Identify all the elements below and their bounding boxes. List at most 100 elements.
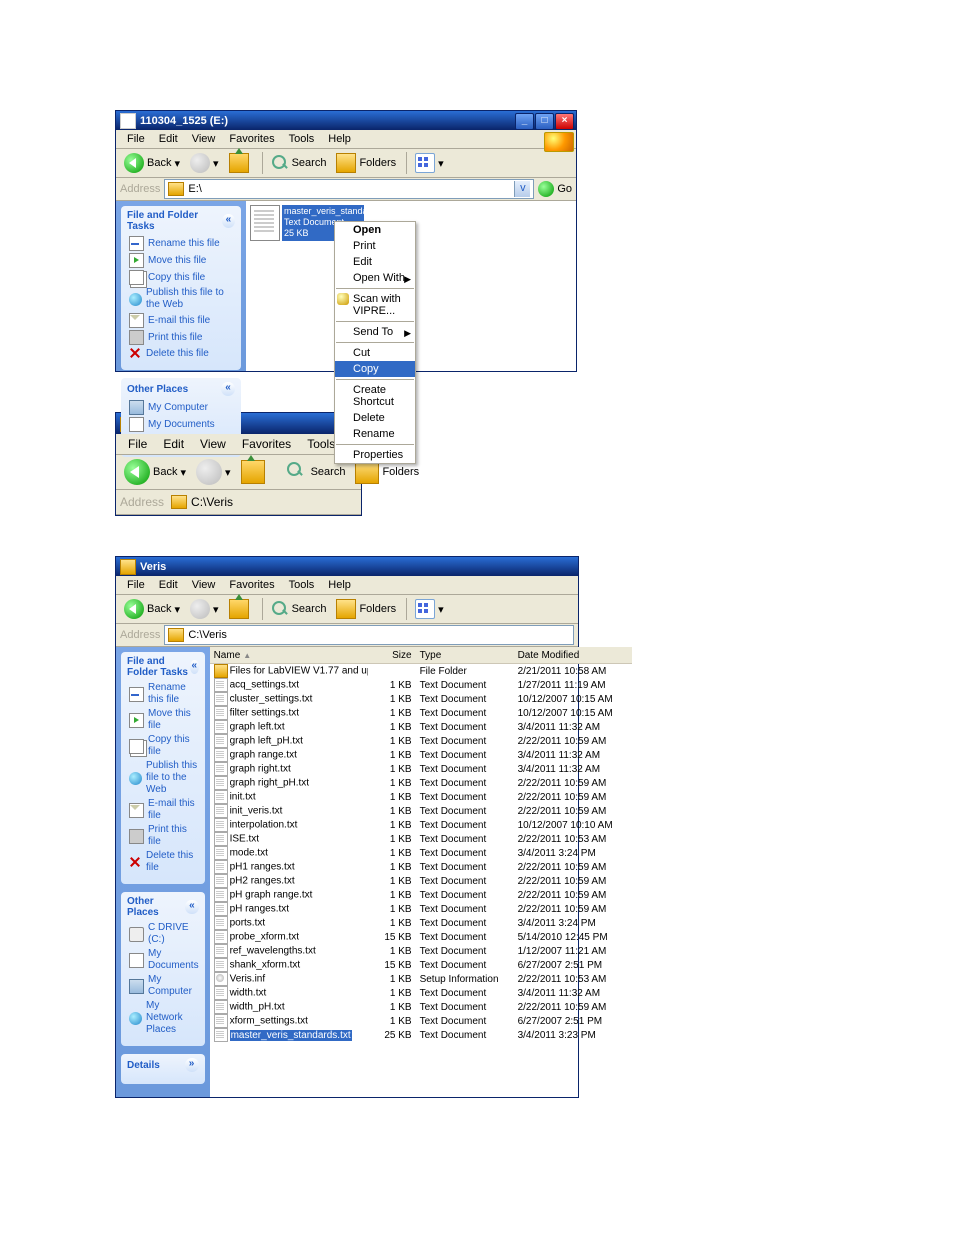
content-area[interactable]: master_veris_standards.txt Text Document…	[246, 201, 576, 371]
context-menu-item[interactable]: Open With▶	[335, 270, 415, 286]
context-menu-item[interactable]: Scan with VIPRE...	[335, 291, 415, 319]
context-menu-item[interactable]: Print	[335, 238, 415, 254]
menu-file[interactable]: File	[120, 435, 155, 453]
table-row[interactable]: Files for LabVIEW V1.77 and upFile Folde…	[210, 664, 632, 678]
table-row[interactable]: mode.txt1 KBText Document3/4/2011 3:24 P…	[210, 846, 632, 860]
collapse-icon[interactable]: «	[222, 214, 235, 228]
table-row[interactable]: probe_xform.txt15 KBText Document5/14/20…	[210, 930, 632, 944]
forward-button[interactable]: ▾	[186, 151, 223, 175]
maximize-button[interactable]: □	[535, 113, 554, 130]
close-button[interactable]: ×	[555, 113, 574, 130]
table-row[interactable]: width_pH.txt1 KBText Document2/22/2011 1…	[210, 1000, 632, 1014]
task-item[interactable]: Rename this file	[129, 682, 199, 706]
menu-file[interactable]: File	[120, 577, 152, 593]
collapse-icon[interactable]: «	[190, 660, 199, 674]
task-item[interactable]: C DRIVE (C:)	[129, 922, 199, 946]
task-item[interactable]: Publish this file to the Web	[129, 760, 199, 796]
task-item[interactable]: Print this file	[129, 824, 199, 848]
table-row[interactable]: pH2 ranges.txt1 KBText Document2/22/2011…	[210, 874, 632, 888]
table-row[interactable]: graph right_pH.txt1 KBText Document2/22/…	[210, 776, 632, 790]
context-menu-item[interactable]: Edit	[335, 254, 415, 270]
context-menu-item[interactable]: Create Shortcut	[335, 382, 415, 410]
up-button[interactable]	[237, 458, 272, 486]
table-row[interactable]: ports.txt1 KBText Document3/4/2011 3:24 …	[210, 916, 632, 930]
back-button[interactable]: Back ▾	[120, 597, 184, 621]
views-button[interactable]: ▾	[411, 597, 448, 621]
menu-view[interactable]: View	[185, 131, 223, 147]
table-row[interactable]: graph range.txt1 KBText Document3/4/2011…	[210, 748, 632, 762]
table-row[interactable]: master_veris_standards.txt25 KBText Docu…	[210, 1028, 632, 1042]
expand-icon[interactable]: »	[185, 1058, 199, 1072]
context-menu-item[interactable]: Send To▶	[335, 324, 415, 340]
column-headers[interactable]: Name▲ Size Type Date Modified	[210, 647, 632, 664]
table-row[interactable]: pH ranges.txt1 KBText Document2/22/2011 …	[210, 902, 632, 916]
go-button[interactable]: Go	[538, 181, 572, 197]
table-row[interactable]: filter settings.txt1 KBText Document10/1…	[210, 706, 632, 720]
table-row[interactable]: graph left_pH.txt1 KBText Document2/22/2…	[210, 734, 632, 748]
table-row[interactable]: Veris.inf1 KBSetup Information2/22/2011 …	[210, 972, 632, 986]
table-row[interactable]: init.txt1 KBText Document2/22/2011 10:59…	[210, 790, 632, 804]
context-menu-item[interactable]: Properties	[335, 447, 415, 463]
menu-favorites[interactable]: Favorites	[234, 435, 299, 453]
menu-tools[interactable]: Tools	[282, 131, 322, 147]
title-bar[interactable]: Veris	[116, 557, 578, 576]
task-item[interactable]: My Documents	[129, 417, 235, 432]
table-row[interactable]: init_veris.txt1 KBText Document2/22/2011…	[210, 804, 632, 818]
folders-button[interactable]: Folders	[332, 597, 400, 621]
forward-button[interactable]: ▾	[192, 457, 235, 487]
context-menu-item[interactable]: Copy	[335, 361, 415, 377]
task-item[interactable]: Move this file	[129, 253, 235, 268]
back-button[interactable]: Back ▾	[120, 151, 184, 175]
task-item[interactable]: My Network Places	[129, 1000, 199, 1036]
context-menu-item[interactable]: Rename	[335, 426, 415, 442]
address-field[interactable]: C:\Veris	[164, 625, 574, 645]
collapse-icon[interactable]: «	[221, 382, 235, 396]
table-row[interactable]: cluster_settings.txt1 KBText Document10/…	[210, 692, 632, 706]
context-menu-item[interactable]: Cut	[335, 345, 415, 361]
back-button[interactable]: Back ▾	[120, 457, 190, 487]
table-row[interactable]: ref_wavelengths.txt1 KBText Document1/12…	[210, 944, 632, 958]
address-field[interactable]: E:\ v	[164, 179, 534, 199]
search-button[interactable]: Search	[267, 152, 331, 174]
task-item[interactable]: E-mail this file	[129, 313, 235, 328]
views-button[interactable]: ▾	[411, 151, 448, 175]
minimize-button[interactable]: _	[515, 113, 534, 130]
task-item[interactable]: E-mail this file	[129, 798, 199, 822]
context-menu-item[interactable]: Open	[335, 222, 415, 238]
task-item[interactable]: Copy this file	[129, 270, 235, 285]
table-row[interactable]: pH graph range.txt1 KBText Document2/22/…	[210, 888, 632, 902]
menu-edit[interactable]: Edit	[152, 577, 185, 593]
task-item[interactable]: Rename this file	[129, 236, 235, 251]
menu-tools[interactable]: Tools	[282, 577, 322, 593]
address-field[interactable]: C:\Veris	[168, 493, 357, 511]
table-row[interactable]: xform_settings.txt1 KBText Document6/27/…	[210, 1014, 632, 1028]
search-button[interactable]: Search	[267, 598, 331, 620]
address-dropdown[interactable]: v	[514, 181, 530, 197]
menu-favorites[interactable]: Favorites	[222, 577, 281, 593]
task-item[interactable]: Move this file	[129, 708, 199, 732]
task-item[interactable]: Delete this file	[129, 347, 235, 360]
task-item[interactable]: Delete this file	[129, 850, 199, 874]
table-row[interactable]: shank_xform.txt15 KBText Document6/27/20…	[210, 958, 632, 972]
task-item[interactable]: Publish this file to the Web	[129, 287, 235, 311]
table-row[interactable]: interpolation.txt1 KBText Document10/12/…	[210, 818, 632, 832]
menu-favorites[interactable]: Favorites	[222, 131, 281, 147]
context-menu-item[interactable]: Delete	[335, 410, 415, 426]
menu-view[interactable]: View	[185, 577, 223, 593]
collapse-icon[interactable]: «	[185, 900, 198, 914]
task-item[interactable]: My Computer	[129, 400, 235, 415]
file-list[interactable]: Name▲ Size Type Date Modified Files for …	[210, 647, 632, 1097]
table-row[interactable]: graph left.txt1 KBText Document3/4/2011 …	[210, 720, 632, 734]
menu-help[interactable]: Help	[321, 577, 358, 593]
task-item[interactable]: Print this file	[129, 330, 235, 345]
table-row[interactable]: pH1 ranges.txt1 KBText Document2/22/2011…	[210, 860, 632, 874]
table-row[interactable]: graph right.txt1 KBText Document3/4/2011…	[210, 762, 632, 776]
table-row[interactable]: acq_settings.txt1 KBText Document1/27/20…	[210, 678, 632, 692]
menu-view[interactable]: View	[192, 435, 234, 453]
menu-edit[interactable]: Edit	[152, 131, 185, 147]
task-item[interactable]: My Computer	[129, 974, 199, 998]
forward-button[interactable]: ▾	[186, 597, 223, 621]
task-item[interactable]: Copy this file	[129, 734, 199, 758]
title-bar[interactable]: 110304_1525 (E:) _ □ ×	[116, 111, 576, 130]
up-button[interactable]	[225, 151, 256, 175]
